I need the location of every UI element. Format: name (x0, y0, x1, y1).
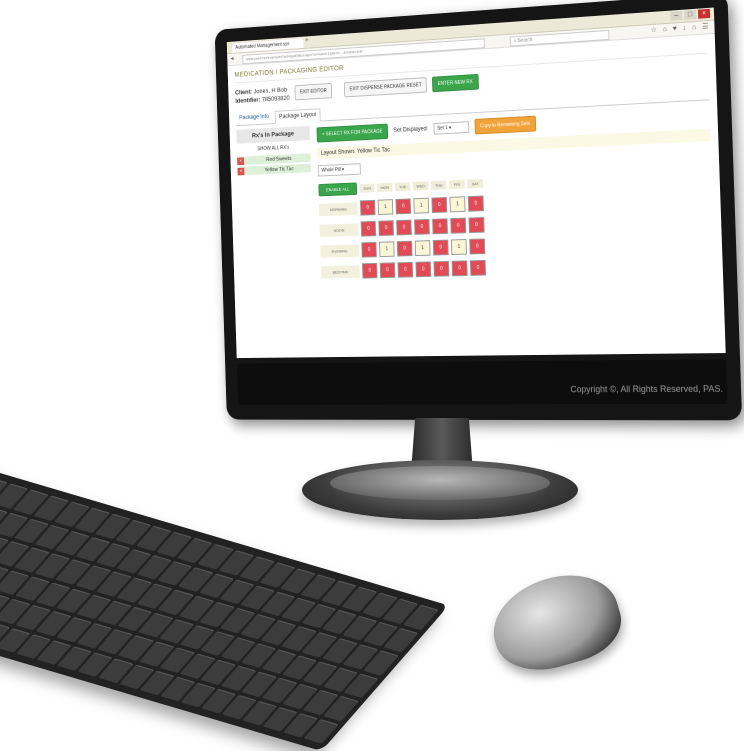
app: MEDICATION / PACKAGING EDITOR Client: Jo… (228, 34, 723, 286)
day-header: TUE (394, 182, 411, 192)
dose-cell[interactable]: 1 (414, 240, 431, 257)
client-label: Client: (234, 88, 253, 97)
identifier-value: 785093820 (261, 94, 290, 104)
time-label: EVENING (320, 243, 360, 258)
rx-item[interactable]: × Yellow Tic Tac (237, 163, 312, 176)
client-info: Client: Jones, H Bob Identifier: 7850938… (235, 86, 290, 106)
dose-cell[interactable]: 0 (378, 220, 394, 237)
screen: Automated Management sys + – □ × ◂ www.p… (226, 7, 726, 359)
monitor: Automated Management sys + – □ × ◂ www.p… (214, 0, 743, 421)
set-select[interactable]: Set 1 ▾ (433, 121, 470, 135)
dose-cell[interactable]: 0 (468, 216, 485, 234)
monitor-stand-base-top (330, 466, 550, 500)
exit-editor-button[interactable]: EXIT EDITOR (294, 82, 333, 101)
dose-cell[interactable]: 0 (395, 198, 412, 215)
day-header: SAT (467, 178, 484, 189)
main-content: Rx's In Package SHOW ALL RX's × Red Swee… (236, 104, 715, 281)
layout-panel: + SELECT RX FOR PACKAGE Set Displayed: S… (316, 104, 714, 279)
dose-cell[interactable]: 0 (467, 195, 484, 212)
day-header: SUN (359, 183, 375, 193)
set-select-value: Set 1 (437, 125, 448, 132)
dose-cell[interactable]: 0 (396, 240, 413, 257)
dose-cell[interactable]: 0 (469, 259, 487, 276)
copy-to-remaining-button[interactable]: Copy to Remaining Sets (474, 115, 537, 135)
dose-cell[interactable]: 0 (362, 262, 378, 279)
dose-cell[interactable]: 0 (397, 261, 414, 278)
back-icon[interactable]: ◂ (231, 55, 234, 63)
day-header: FRI (448, 179, 465, 190)
dose-cell[interactable]: 0 (431, 196, 448, 214)
maximize-icon[interactable]: □ (683, 9, 697, 20)
dose-cell[interactable]: 1 (450, 239, 467, 256)
rx-item-label: Yellow Tic Tac (264, 165, 294, 173)
time-label: MORNING (318, 201, 358, 216)
identifier-label: Identifier: (235, 96, 261, 105)
dose-cell[interactable]: 0 (451, 260, 468, 277)
dose-cell[interactable]: 0 (432, 239, 449, 256)
monitor-bezel (236, 359, 728, 405)
dose-cell[interactable]: 0 (359, 199, 376, 216)
time-label: BEDTIME (320, 264, 360, 279)
new-tab-icon[interactable]: + (305, 37, 309, 44)
dose-cell[interactable]: 0 (415, 261, 432, 278)
tab-package-layout[interactable]: Package Layout (274, 108, 321, 125)
window-controls: – □ × (670, 8, 711, 21)
pill-type-value: Whole Pill (321, 166, 341, 174)
dose-cell[interactable]: 0 (360, 220, 377, 237)
tab-package-info[interactable]: Package Info (236, 111, 273, 125)
day-header: MON (377, 182, 393, 193)
dose-cell[interactable]: 1 (379, 241, 395, 258)
browser-toolbar-icons: ☆ ⌂ ♥ ↓ ⌂ ☰ (650, 22, 711, 35)
mouse (482, 562, 630, 682)
dose-cell[interactable]: 1 (413, 197, 430, 214)
copyright-text: Copyright ©, All Rights Reserved, PAS. (570, 383, 724, 395)
dose-cell[interactable]: 0 (469, 238, 486, 255)
browser-search-placeholder: Search (517, 37, 533, 45)
select-rx-button[interactable]: + SELECT RX FOR PACKAGE (316, 123, 389, 143)
pill-type-select[interactable]: Whole Pill ▾ (317, 163, 361, 177)
dose-cell[interactable]: 0 (396, 219, 412, 236)
close-icon[interactable]: × (697, 8, 711, 19)
remove-icon[interactable]: × (237, 167, 245, 175)
enter-new-rx-button[interactable]: ENTER NEW RX (432, 73, 479, 93)
minimize-icon[interactable]: – (670, 10, 683, 21)
enable-all-button[interactable]: ENABLE ALL (318, 182, 358, 197)
dose-cell[interactable]: 0 (379, 262, 396, 279)
dose-cell[interactable]: 0 (414, 218, 430, 235)
day-header: WED (412, 181, 429, 191)
rx-panel: Rx's In Package SHOW ALL RX's × Red Swee… (236, 125, 314, 282)
dose-cell[interactable]: 0 (361, 241, 377, 258)
dose-grid: ENABLE ALL SUN MON TUE WED THU FRI SAT M… (318, 167, 714, 279)
set-displayed-label: Set Displayed: (393, 126, 429, 134)
dose-cell[interactable]: 0 (450, 217, 467, 234)
dose-cell[interactable]: 0 (433, 260, 450, 277)
time-label: NOON (319, 222, 359, 237)
day-header: THU (430, 180, 447, 190)
rx-item-label: Red Sweets (266, 155, 292, 163)
dose-cell[interactable]: 0 (432, 218, 449, 235)
dose-cell[interactable]: 1 (377, 199, 394, 216)
dose-cell[interactable]: 1 (449, 196, 466, 213)
exit-dispense-button[interactable]: EXIT DISPENSE PACKAGE RESET (344, 77, 428, 98)
remove-icon[interactable]: × (237, 156, 245, 165)
